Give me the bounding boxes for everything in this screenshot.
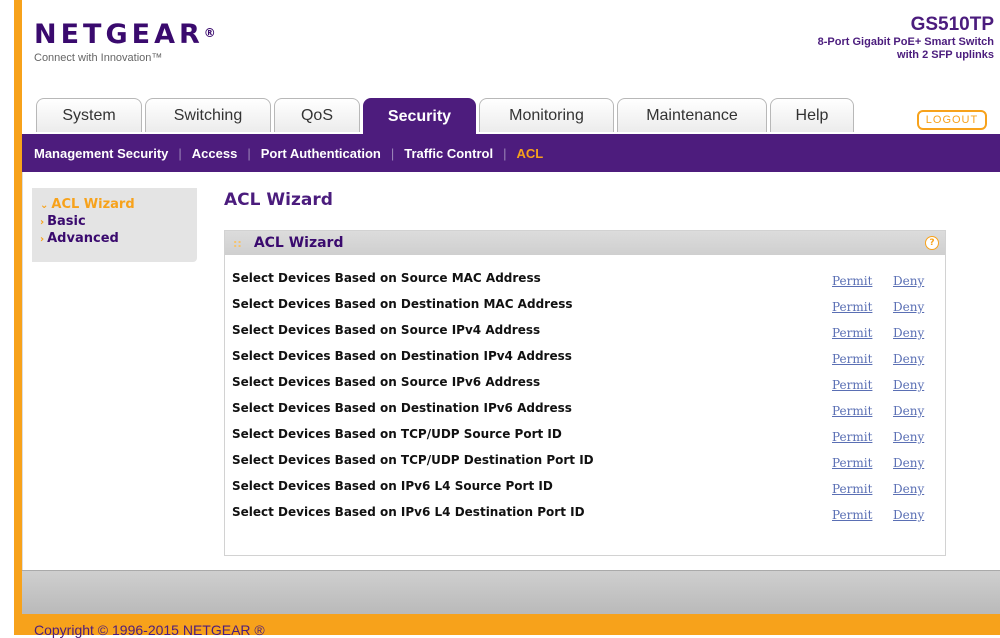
deny-link[interactable]: Deny bbox=[893, 482, 924, 496]
product-model: GS510TP bbox=[910, 14, 994, 35]
acl-side-menu: ⌄ ACL Wizard › Basic › Advanced bbox=[32, 188, 197, 262]
page-title: ACL Wizard bbox=[224, 190, 333, 210]
sidemenu-item-advanced[interactable]: › Advanced bbox=[32, 230, 197, 247]
row-label: Select Devices Based on Destination MAC … bbox=[232, 297, 573, 311]
wizard-row: Select Devices Based on Destination IPv4… bbox=[225, 349, 945, 375]
product-description-line1: 8-Port Gigabit PoE+ Smart Switch bbox=[817, 36, 994, 48]
tab-security[interactable]: Security bbox=[363, 98, 476, 134]
row-label: Select Devices Based on TCP/UDP Destinat… bbox=[232, 453, 594, 467]
subnav-management-security[interactable]: Management Security bbox=[34, 146, 168, 161]
tab-qos[interactable]: QoS bbox=[274, 98, 360, 132]
permit-link[interactable]: Permit bbox=[832, 352, 872, 366]
copyright-text: Copyright © 1996-2015 NETGEAR ® bbox=[34, 622, 265, 638]
wizard-row: Select Devices Based on Source MAC Addre… bbox=[225, 271, 945, 297]
netgear-logo: NETGEAR® Connect with Innovation™ bbox=[34, 19, 216, 65]
deny-link[interactable]: Deny bbox=[893, 326, 924, 340]
help-icon[interactable]: ? bbox=[925, 236, 939, 250]
permit-link[interactable]: Permit bbox=[832, 326, 872, 340]
wizard-row: Select Devices Based on Destination IPv6… bbox=[225, 401, 945, 427]
product-info: GS510TP 8-Port Gigabit PoE+ Smart Switch… bbox=[818, 14, 994, 62]
logo-brand: NETGEAR® bbox=[34, 19, 216, 50]
permit-link[interactable]: Permit bbox=[832, 482, 872, 496]
permit-link[interactable]: Permit bbox=[832, 378, 872, 392]
wizard-row: Select Devices Based on TCP/UDP Destinat… bbox=[225, 453, 945, 479]
panel-header: :: ACL Wizard ? bbox=[225, 231, 945, 255]
logout-button[interactable]: LOGOUT bbox=[917, 110, 987, 130]
footer-bar bbox=[22, 570, 1000, 615]
permit-link[interactable]: Permit bbox=[832, 508, 872, 522]
sidemenu-item-label: Advanced bbox=[47, 231, 119, 246]
sidemenu-item-label: Basic bbox=[47, 214, 86, 229]
deny-link[interactable]: Deny bbox=[893, 430, 924, 444]
permit-link[interactable]: Permit bbox=[832, 300, 872, 314]
row-label: Select Devices Based on TCP/UDP Source P… bbox=[232, 427, 562, 441]
row-label: Select Devices Based on Source MAC Addre… bbox=[232, 271, 541, 285]
row-label: Select Devices Based on Source IPv4 Addr… bbox=[232, 323, 541, 337]
security-subnav: Management Security | Access | Port Auth… bbox=[22, 134, 1000, 172]
row-label: Select Devices Based on IPv6 L4 Source P… bbox=[232, 479, 553, 493]
subnav-separator: | bbox=[247, 145, 251, 161]
tab-maintenance[interactable]: Maintenance bbox=[617, 98, 767, 132]
wizard-row: Select Devices Based on TCP/UDP Source P… bbox=[225, 427, 945, 453]
chevron-right-icon: › bbox=[40, 234, 45, 245]
subnav-separator: | bbox=[503, 145, 507, 161]
tab-switching[interactable]: Switching bbox=[145, 98, 271, 132]
permit-link[interactable]: Permit bbox=[832, 404, 872, 418]
row-label: Select Devices Based on Destination IPv6… bbox=[232, 401, 572, 415]
wizard-row: Select Devices Based on Source IPv4 Addr… bbox=[225, 323, 945, 349]
subnav-traffic-control[interactable]: Traffic Control bbox=[404, 146, 493, 161]
deny-link[interactable]: Deny bbox=[893, 404, 924, 418]
permit-link[interactable]: Permit bbox=[832, 274, 872, 288]
wizard-row: Select Devices Based on Destination MAC … bbox=[225, 297, 945, 323]
subnav-port-authentication[interactable]: Port Authentication bbox=[261, 146, 381, 161]
permit-link[interactable]: Permit bbox=[832, 430, 872, 444]
sidemenu-item-basic[interactable]: › Basic bbox=[32, 213, 197, 230]
chevron-down-icon: ⌄ bbox=[40, 200, 49, 211]
deny-link[interactable]: Deny bbox=[893, 300, 924, 314]
row-label: Select Devices Based on Source IPv6 Addr… bbox=[232, 375, 541, 389]
deny-link[interactable]: Deny bbox=[893, 274, 924, 288]
wizard-row: Select Devices Based on IPv6 L4 Destinat… bbox=[225, 505, 945, 531]
chevron-right-icon: › bbox=[40, 217, 45, 228]
tab-help[interactable]: Help bbox=[770, 98, 854, 132]
subnav-separator: | bbox=[178, 145, 182, 161]
subnav-acl[interactable]: ACL bbox=[516, 146, 543, 161]
deny-link[interactable]: Deny bbox=[893, 456, 924, 470]
permit-link[interactable]: Permit bbox=[832, 456, 872, 470]
tab-system[interactable]: System bbox=[36, 98, 142, 132]
main-tabs: System Switching QoS Security Monitoring… bbox=[36, 98, 857, 134]
wizard-row: Select Devices Based on IPv6 L4 Source P… bbox=[225, 479, 945, 505]
sidemenu-item-acl-wizard[interactable]: ⌄ ACL Wizard bbox=[32, 196, 197, 213]
acl-wizard-panel: :: ACL Wizard ? Select Devices Based on … bbox=[224, 230, 946, 556]
panel-title: ACL Wizard bbox=[253, 235, 344, 251]
deny-link[interactable]: Deny bbox=[893, 352, 924, 366]
grip-icon: :: bbox=[233, 236, 242, 250]
deny-link[interactable]: Deny bbox=[893, 378, 924, 392]
subnav-separator: | bbox=[390, 145, 395, 161]
wizard-rows: Select Devices Based on Source MAC Addre… bbox=[225, 271, 945, 531]
subnav-access[interactable]: Access bbox=[192, 146, 238, 161]
deny-link[interactable]: Deny bbox=[893, 508, 924, 522]
wizard-row: Select Devices Based on Source IPv6 Addr… bbox=[225, 375, 945, 401]
tab-monitoring[interactable]: Monitoring bbox=[479, 98, 614, 132]
left-accent-bar bbox=[0, 0, 22, 635]
product-description-line2: with 2 SFP uplinks bbox=[897, 49, 994, 61]
sidemenu-item-label: ACL Wizard bbox=[51, 197, 135, 212]
row-label: Select Devices Based on Destination IPv4… bbox=[232, 349, 572, 363]
logo-tagline: Connect with Innovation™ bbox=[34, 52, 163, 64]
row-label: Select Devices Based on IPv6 L4 Destinat… bbox=[232, 505, 585, 519]
